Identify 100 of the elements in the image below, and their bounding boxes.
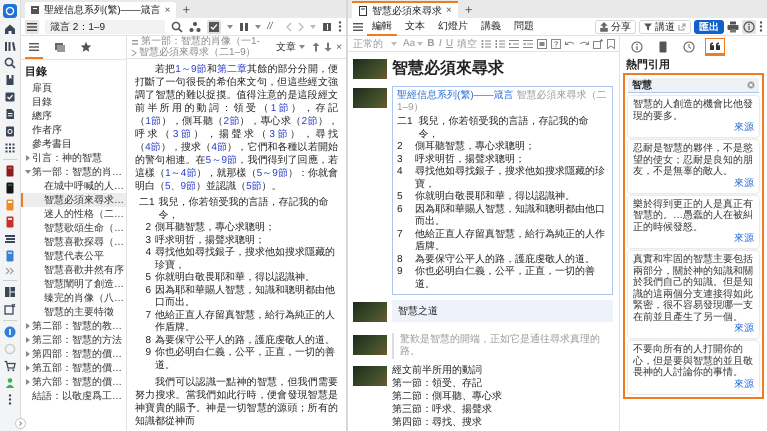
outdent-icon[interactable] [523, 38, 534, 48]
verse-link[interactable]: 1～9節 [175, 64, 207, 75]
preach-button[interactable]: 講道 [639, 20, 691, 34]
editor-tab[interactable]: 講義 [476, 18, 506, 36]
toc-item[interactable]: 第二部：智慧的教… [21, 319, 126, 333]
breadcrumb-item[interactable]: 第一部：智慧的肖像（一1- [141, 36, 260, 47]
slide-thumbnail[interactable] [353, 59, 387, 79]
window-close-icon[interactable] [4, 303, 16, 315]
bullet-list-icon[interactable] [481, 38, 492, 48]
search-icon[interactable] [171, 20, 183, 32]
slide-thumbnail[interactable] [353, 335, 387, 355]
toc-item[interactable]: 作者序 [21, 123, 126, 137]
indent-icon[interactable] [509, 38, 520, 48]
breadcrumb-item[interactable]: 智慧必須來尋求（二1–9） [139, 47, 256, 58]
numbered-list-icon[interactable] [495, 38, 506, 48]
editor-tab[interactable]: 編輯 [367, 18, 397, 36]
toc-item[interactable]: 智慧代表公平 [21, 249, 126, 263]
slide-thumbnail[interactable] [353, 88, 387, 108]
source-link[interactable]: 來源 [734, 323, 754, 335]
redo-icon[interactable] [579, 40, 590, 48]
verse-link[interactable]: 2節 [302, 116, 318, 127]
verse-link[interactable]: 4節 [211, 142, 228, 153]
menu-button[interactable] [25, 20, 39, 34]
verse-link[interactable]: 3節 [269, 129, 290, 140]
add-box-icon[interactable] [593, 38, 604, 48]
verse-link[interactable]: 4節 [145, 142, 161, 153]
toc-item[interactable]: 結語：以敬虔爲工… [21, 389, 126, 403]
view-dropdown[interactable]: 文章 [273, 39, 308, 55]
layout-icon[interactable] [4, 286, 16, 298]
toc-item[interactable]: 參考書目 [21, 137, 126, 151]
toc-item[interactable]: 扉頁 [21, 81, 126, 95]
toc-item[interactable]: 智慧的主要特徵 [21, 305, 126, 319]
text-box-icon[interactable] [537, 38, 548, 48]
source-link[interactable]: 來源 [734, 378, 754, 390]
search-field[interactable]: 智慧 [628, 78, 759, 93]
toc-item[interactable]: 第一部：智慧的肖… [21, 165, 126, 179]
library-icon[interactable] [4, 40, 16, 52]
toc-item[interactable]: 智慧闡明了創造… [21, 277, 126, 291]
close-button[interactable]: × [336, 42, 342, 52]
editor-tab[interactable]: 問題 [509, 18, 539, 36]
bookmark-document-icon[interactable] [4, 74, 16, 86]
close-tab-button[interactable]: × [446, 5, 452, 16]
more-icon[interactable] [8, 394, 12, 405]
highlight-button[interactable] [207, 20, 221, 34]
search-icon[interactable] [4, 57, 16, 69]
toc-item[interactable]: 智慧喜歡井然有序 [21, 263, 126, 277]
menu-icon[interactable] [352, 20, 364, 32]
toc-item[interactable]: 智慧喜歡探尋（… [21, 235, 126, 249]
verse-link[interactable]: 2節 [223, 116, 240, 127]
verse-link[interactable]: 5～9節 [206, 155, 238, 166]
document-tab[interactable]: 聖經信息系列(繁)——箴言 × [25, 2, 176, 18]
verse-link[interactable]: 1節 [145, 116, 162, 127]
more-icon[interactable] [338, 21, 342, 32]
source-link[interactable]: 來源 [734, 178, 754, 190]
reference-field[interactable]: 箴言 2：1–9 [45, 20, 165, 34]
verse-link[interactable]: 5節 [246, 181, 262, 192]
verse-link[interactable]: 1～4節 [165, 168, 196, 179]
slide-thumbnail[interactable] [353, 302, 387, 322]
verse-link[interactable]: 5～9節 [256, 168, 288, 179]
info-button[interactable] [742, 20, 756, 34]
panel-tab[interactable] [705, 38, 725, 56]
book-stack-icon[interactable] [4, 233, 16, 245]
up-arrow-icon[interactable] [312, 42, 320, 52]
toc-item[interactable]: 第六部：智慧的價… [21, 375, 126, 389]
app-logo-icon[interactable] [3, 4, 17, 18]
clear-icon[interactable] [747, 81, 755, 89]
document-tab[interactable]: 智慧必須來尋求 × [352, 1, 458, 18]
toc-item[interactable]: 第三部：智慧的方法 [21, 333, 126, 347]
new-tab-button[interactable]: + [462, 2, 476, 18]
verse-link[interactable]: 3節 [172, 129, 194, 140]
book-icon[interactable] [4, 165, 16, 177]
parallel-mark[interactable]: // [267, 21, 273, 32]
network-icon[interactable] [189, 20, 201, 32]
toc-item[interactable]: 目錄 [21, 95, 126, 109]
source-link[interactable]: 聖經信息系列(繁)——箴言 [397, 90, 514, 101]
toc-item[interactable]: 第五部：智慧的價… [21, 361, 126, 375]
toc-item[interactable]: 在城中呼喊的人… [21, 179, 126, 193]
toc-item[interactable]: 臻完的肖像（八… [21, 291, 126, 305]
editor-tab[interactable]: 文本 [400, 18, 430, 36]
share-button[interactable]: 分享 [595, 20, 636, 34]
verse-link[interactable]: 第二章 [216, 64, 248, 75]
export-button[interactable]: 匯出 [694, 20, 724, 34]
home-icon[interactable] [4, 23, 16, 35]
columns-icon[interactable] [239, 22, 249, 32]
toc-item[interactable]: 智慧歌頌生命（… [21, 221, 126, 235]
toc-item[interactable]: 第四部：智慧的價… [21, 347, 126, 361]
new-tab-button[interactable]: + [180, 2, 194, 18]
checklist-icon[interactable] [4, 91, 16, 103]
close-tab-button[interactable]: × [164, 4, 171, 16]
print-icon[interactable] [727, 20, 739, 32]
cart-icon[interactable] [4, 360, 16, 372]
toc-item[interactable]: 智慧必須來尋求… [21, 193, 126, 207]
question-box-icon[interactable] [551, 38, 562, 48]
bookmark-icon[interactable] [607, 38, 616, 48]
verse-link[interactable]: 5、9節 [165, 181, 196, 192]
undo-icon[interactable] [565, 40, 576, 48]
collapse-handle-icon[interactable] [15, 418, 26, 429]
down-arrow-icon[interactable] [324, 42, 332, 52]
source-link[interactable]: 來源 [734, 233, 754, 245]
book-icon[interactable] [4, 182, 16, 194]
